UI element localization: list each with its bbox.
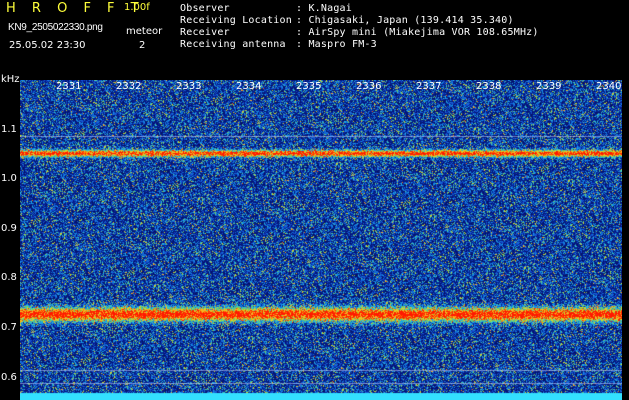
x-tick-label: 2335 xyxy=(296,81,322,92)
x-tick-label: 2339 xyxy=(536,81,562,92)
info-key-receiver: Receiver xyxy=(180,27,230,38)
meteor-label: meteor xyxy=(126,26,163,37)
observation-datetime: 25.05.02 23:30 xyxy=(9,40,86,51)
spectrogram xyxy=(20,80,622,400)
y-tick-label: 0.9 xyxy=(1,223,17,234)
meteor-count: 2 xyxy=(139,40,146,51)
info-value-location: : Chigasaki, Japan (139.414 35.340) xyxy=(296,15,514,26)
x-tick-label: 2336 xyxy=(356,81,382,92)
x-tick-label: 2334 xyxy=(236,81,262,92)
y-tick-label: 0.8 xyxy=(1,272,17,283)
file-name: KN9_2505022330.png xyxy=(8,22,103,33)
x-tick-label: 2338 xyxy=(476,81,502,92)
app-version: 1.00f xyxy=(124,2,150,13)
y-tick-label: 0.7 xyxy=(1,322,17,333)
x-tick-label: 2333 xyxy=(176,81,202,92)
info-key-antenna: Receiving antenna xyxy=(180,39,286,50)
y-tick-label: 1.0 xyxy=(1,173,17,184)
info-key-observer: Observer xyxy=(180,3,230,14)
y-tick-label: 1.1 xyxy=(1,124,17,135)
x-tick-label: 2332 xyxy=(116,81,142,92)
y-axis-unit: kHz xyxy=(1,74,20,85)
x-tick-label: 2337 xyxy=(416,81,442,92)
y-tick-label: 0.6 xyxy=(1,372,17,383)
info-value-receiver: : AirSpy mini (Miakejima VOR 108.65MHz) xyxy=(296,27,539,38)
x-tick-label: 2331 xyxy=(56,81,82,92)
hrofft-window: H R O F F T 1.00f KN9_2505022330.png met… xyxy=(0,0,629,400)
x-tick-label: 2340 xyxy=(596,81,622,92)
info-value-antenna: : Maspro FM-3 xyxy=(296,39,377,50)
info-key-location: Receiving Location xyxy=(180,15,292,26)
info-value-observer: : K.Nagai xyxy=(296,3,352,14)
